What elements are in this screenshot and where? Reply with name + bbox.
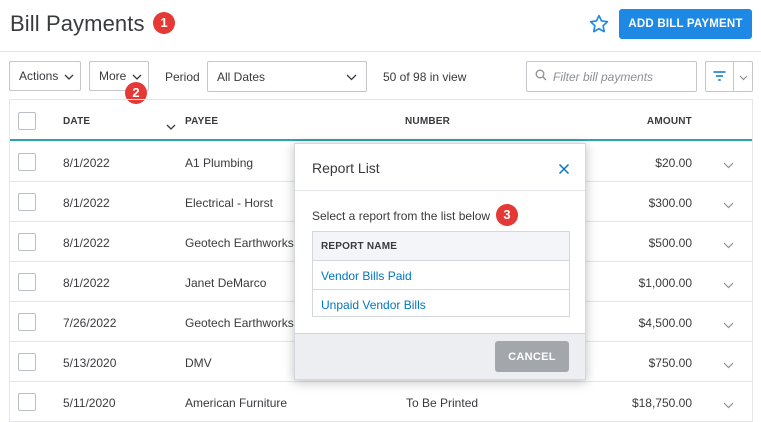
row-expand-chevron-icon[interactable] xyxy=(723,156,734,174)
dialog-title: Report List xyxy=(312,160,380,176)
report-name-header: REPORT NAME xyxy=(313,232,569,261)
row-amount: $750.00 xyxy=(648,356,692,370)
row-amount: $20.00 xyxy=(655,156,692,170)
row-checkbox[interactable] xyxy=(18,313,36,331)
row-payee: Geotech Earthworks xyxy=(185,316,294,330)
select-all-checkbox[interactable] xyxy=(18,112,36,130)
report-link-vendor-bills-paid[interactable]: Vendor Bills Paid xyxy=(313,261,569,289)
report-list-dialog: Report List Select a report from the lis… xyxy=(294,143,586,380)
favorite-star-icon[interactable] xyxy=(587,12,611,36)
row-date: 8/1/2022 xyxy=(63,156,110,170)
report-table: REPORT NAME Vendor Bills Paid Unpaid Ven… xyxy=(312,231,570,317)
filter-lines-icon xyxy=(713,68,726,86)
close-icon[interactable] xyxy=(558,162,570,175)
row-payee: American Furniture xyxy=(185,396,288,410)
column-header-payee[interactable]: PAYEE xyxy=(185,116,218,127)
actions-dropdown[interactable]: Actions xyxy=(9,61,81,91)
add-bill-payment-button[interactable]: ADD BILL PAYMENT xyxy=(619,9,752,39)
period-select[interactable]: All Dates xyxy=(207,61,367,92)
row-checkbox[interactable] xyxy=(18,193,36,211)
row-checkbox[interactable] xyxy=(18,273,36,291)
more-label: More xyxy=(99,69,127,83)
table-header: DATE PAYEE NUMBER AMOUNT xyxy=(10,99,752,141)
dialog-header: Report List xyxy=(295,144,585,191)
row-amount: $500.00 xyxy=(648,236,692,250)
column-header-number[interactable]: NUMBER xyxy=(405,116,450,127)
row-amount: $1,000.00 xyxy=(638,276,692,290)
row-number: To Be Printed xyxy=(406,396,479,410)
row-expand-chevron-icon[interactable] xyxy=(723,356,734,374)
row-amount: $300.00 xyxy=(648,196,692,210)
table-row[interactable]: 5/11/2020 American Furniture To Be Print… xyxy=(10,382,752,422)
dialog-footer: CANCEL xyxy=(295,333,585,379)
period-label: Period xyxy=(165,70,200,84)
row-expand-chevron-icon[interactable] xyxy=(723,396,734,414)
filter-input[interactable] xyxy=(553,69,693,84)
actions-label: Actions xyxy=(19,69,59,83)
row-amount: $18,750.00 xyxy=(631,396,692,410)
step-badge-1: 1 xyxy=(153,12,175,34)
dialog-instruction: Select a report from the list below xyxy=(312,209,491,223)
search-icon xyxy=(535,68,547,86)
row-checkbox[interactable] xyxy=(18,353,36,371)
row-expand-chevron-icon[interactable] xyxy=(723,236,734,254)
row-checkbox[interactable] xyxy=(18,153,36,171)
row-expand-chevron-icon[interactable] xyxy=(723,316,734,334)
report-link-unpaid-vendor-bills[interactable]: Unpaid Vendor Bills xyxy=(313,289,569,317)
column-header-amount[interactable]: AMOUNT xyxy=(647,116,692,127)
row-expand-chevron-icon[interactable] xyxy=(723,196,734,214)
row-date: 5/11/2020 xyxy=(63,396,116,410)
row-checkbox[interactable] xyxy=(18,393,36,411)
row-expand-chevron-icon[interactable] xyxy=(723,276,734,294)
row-date: 5/13/2020 xyxy=(63,356,117,370)
row-date: 8/1/2022 xyxy=(63,236,110,250)
row-payee: Janet DeMarco xyxy=(185,276,267,290)
row-date: 8/1/2022 xyxy=(63,196,110,210)
chevron-down-icon xyxy=(346,70,357,84)
filter-options-button[interactable] xyxy=(734,61,753,92)
column-header-date[interactable]: DATE xyxy=(63,116,90,127)
row-payee: Electrical - Horst xyxy=(185,196,274,210)
period-value: All Dates xyxy=(217,69,266,84)
filter-field[interactable] xyxy=(526,61,697,92)
chevron-down-icon xyxy=(739,68,748,86)
row-amount: $4,500.00 xyxy=(638,316,692,330)
row-payee: DMV xyxy=(185,356,212,370)
in-view-count: 50 of 98 in view xyxy=(383,70,467,84)
chevron-down-icon xyxy=(132,69,142,83)
chevron-down-icon xyxy=(64,69,74,83)
row-checkbox[interactable] xyxy=(18,233,36,251)
step-badge-3: 3 xyxy=(496,204,518,226)
page-title: Bill Payments xyxy=(10,11,145,36)
sort-chevron-icon[interactable] xyxy=(166,117,176,135)
row-payee: Geotech Earthworks xyxy=(185,236,294,250)
row-payee: A1 Plumbing xyxy=(185,156,254,170)
header-divider xyxy=(0,51,761,52)
cancel-button[interactable]: CANCEL xyxy=(495,341,569,372)
row-date: 8/1/2022 xyxy=(63,276,110,290)
row-date: 7/26/2022 xyxy=(63,316,117,330)
filter-button[interactable] xyxy=(705,61,734,92)
